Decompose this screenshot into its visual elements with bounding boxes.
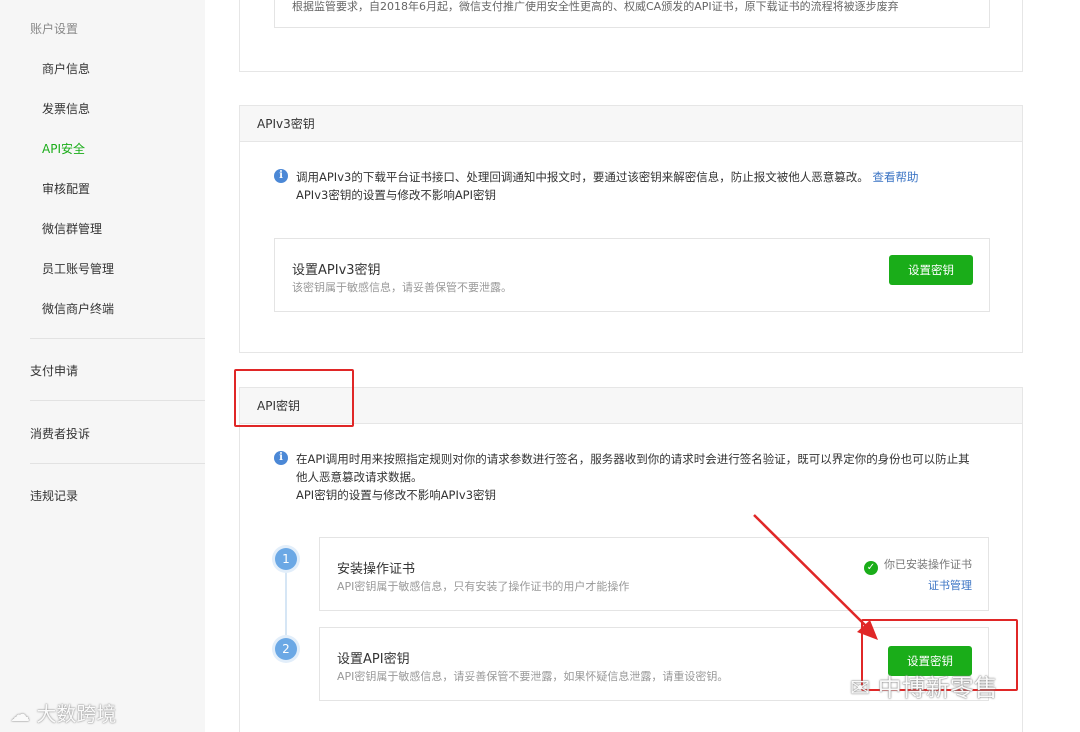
cloud-logo-icon: ☁ (10, 702, 37, 726)
watermark-right: ✉ 中博新零售 (850, 674, 998, 702)
red-arrow-icon (753, 514, 878, 640)
watermark-left: ☁ 大数跨境 (10, 702, 117, 726)
wechat-logo-icon: ✉ (850, 674, 878, 702)
